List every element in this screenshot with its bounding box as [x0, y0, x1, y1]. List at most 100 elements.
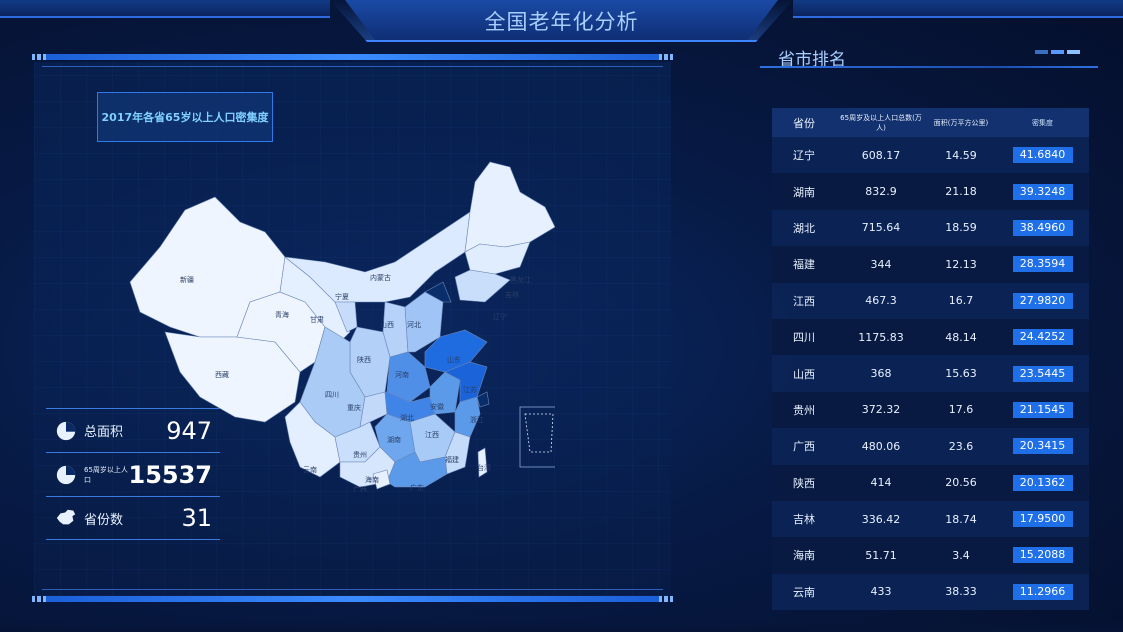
- cell-density: 39.3248: [996, 183, 1089, 200]
- cell-density: 21.1545: [996, 401, 1089, 418]
- cell-density: 17.9500: [996, 511, 1089, 528]
- map-label: 黑龙江: [510, 275, 531, 284]
- ranking-table: 省份 65周岁及以上人口总数(万人) 面积(万平方公里) 密集度 辽宁 608.1…: [772, 108, 1089, 611]
- cell-population: 1175.83: [858, 330, 904, 344]
- cell-population: 467.3: [865, 294, 897, 308]
- map-label: 湖北: [400, 413, 414, 422]
- stat-label: 65周岁以上人口: [84, 465, 128, 484]
- stat-total-area: 总面积 947: [46, 408, 220, 452]
- stat-value: 15537: [128, 460, 213, 489]
- table-row[interactable]: 江西 467.3 16.7 27.9820: [772, 282, 1089, 319]
- panel-corner-dots: [659, 54, 673, 60]
- cell-province: 福建: [793, 258, 815, 272]
- cell-density: 24.4252: [996, 329, 1089, 346]
- density-badge: 28.3594: [1012, 256, 1073, 273]
- density-badge: 39.3248: [1012, 183, 1073, 200]
- pie-chart-icon: [56, 421, 76, 440]
- pie-chart-icon: [56, 465, 76, 484]
- cell-population: 715.64: [861, 221, 901, 235]
- map-label: 广西: [353, 485, 367, 492]
- table-row[interactable]: 福建 344 12.13 28.3594: [772, 246, 1089, 283]
- map-label: 辽宁: [493, 312, 507, 321]
- table-row[interactable]: 吉林 336.42 18.74 17.9500: [772, 500, 1089, 538]
- panel-top-line: [42, 66, 663, 67]
- cell-density: 20.3415: [996, 438, 1089, 455]
- map-label: 台湾: [477, 463, 491, 472]
- map-label: 云南: [303, 465, 317, 474]
- map-label: 四川: [325, 391, 339, 399]
- table-header: 省份 65周岁及以上人口总数(万人) 面积(万平方公里) 密集度: [772, 108, 1089, 137]
- header-province[interactable]: 省份: [772, 115, 836, 131]
- header-population[interactable]: 65周岁及以上人口总数(万人): [836, 113, 926, 133]
- ranking-underline: [760, 66, 1098, 68]
- table-row[interactable]: 山西 368 15.63 23.5445: [772, 355, 1089, 392]
- cell-area: 23.6: [948, 439, 974, 453]
- map-label: 浙江: [470, 415, 484, 424]
- cell-province: 辽宁: [793, 149, 815, 163]
- region-shanghai: [476, 391, 490, 408]
- density-badge: 17.9500: [1012, 511, 1073, 528]
- table-row[interactable]: 云南 433 38.33 11.2966: [772, 573, 1089, 611]
- region-liaoning: [454, 269, 511, 303]
- region-jilin: [464, 241, 531, 275]
- page-bottom-fade: [0, 620, 1123, 632]
- panel-bottom-line: [42, 589, 663, 590]
- cell-province: 吉林: [793, 513, 815, 527]
- table-row[interactable]: 四川 1175.83 48.14 24.4252: [772, 318, 1089, 356]
- header-area[interactable]: 面积(万平方公里): [926, 118, 996, 128]
- density-badge: 20.1362: [1012, 474, 1073, 491]
- table-row[interactable]: 湖南 832.9 21.18 39.3248: [772, 173, 1089, 210]
- cell-population: 344: [870, 257, 892, 271]
- header-density[interactable]: 密集度: [996, 118, 1089, 128]
- panel-corner-dots: [659, 596, 673, 602]
- stats-panel: 总面积 947 65周岁以上人口 15537 省份数 31: [46, 408, 220, 540]
- map-label: 山西: [380, 320, 394, 329]
- map-label: 海南: [365, 475, 379, 484]
- table-row[interactable]: 海南 51.71 3.4 15.2088: [772, 537, 1089, 574]
- table-row[interactable]: 广西 480.06 23.6 20.3415: [772, 428, 1089, 465]
- stat-province-count: 省份数 31: [46, 496, 220, 540]
- cell-density: 28.3594: [996, 256, 1089, 273]
- stat-label: 省份数: [84, 512, 124, 528]
- south-china-sea-inset: [519, 406, 555, 468]
- stat-value: 31: [181, 504, 212, 532]
- map-label: 河南: [395, 370, 409, 379]
- density-badge: 15.2088: [1012, 547, 1073, 564]
- map-label: 内蒙古: [370, 273, 391, 282]
- table-row[interactable]: 贵州 372.32 17.6 21.1545: [772, 391, 1089, 429]
- cell-population: 336.42: [861, 512, 901, 526]
- page-title: 全国老年化分析: [484, 10, 639, 34]
- region-heilongjiang: [464, 161, 555, 253]
- cell-density: 11.2966: [996, 583, 1089, 600]
- cell-province: 湖南: [793, 185, 815, 199]
- table-row[interactable]: 湖北 715.64 18.59 38.4960: [772, 209, 1089, 247]
- cell-area: 21.18: [945, 185, 977, 199]
- cell-province: 广西: [793, 440, 815, 454]
- map-label: 福建: [445, 455, 459, 464]
- stat-label: 总面积: [84, 425, 124, 440]
- density-badge: 27.9820: [1012, 292, 1073, 309]
- cell-population: 51.71: [865, 548, 897, 562]
- panel-corner-dots: [32, 54, 46, 60]
- density-badge: 21.1545: [1012, 401, 1073, 418]
- cell-province: 江西: [793, 294, 815, 308]
- map-label: 新疆: [180, 275, 194, 284]
- cell-density: 41.6840: [996, 147, 1089, 164]
- density-badge: 20.3415: [1012, 438, 1073, 455]
- map-label: 宁夏: [335, 292, 349, 301]
- inset-islands: [524, 413, 554, 453]
- table-row[interactable]: 辽宁 608.17 14.59 41.6840: [772, 137, 1089, 174]
- cell-area: 15.63: [945, 367, 977, 381]
- map-panel: 2017年各省65岁以上人口密集度 新疆 西藏 青海 甘肃 内蒙古 宁夏 陕西 …: [30, 52, 675, 604]
- map-label: 陕西: [357, 355, 371, 364]
- panel-bottom-border: [46, 596, 659, 602]
- cell-population: 433: [870, 585, 892, 599]
- cell-province: 海南: [793, 549, 815, 563]
- cell-population: 414: [870, 476, 892, 490]
- cell-area: 3.4: [952, 548, 970, 562]
- stat-elderly-population: 65周岁以上人口 15537: [46, 452, 220, 496]
- map-label: 广东: [410, 483, 424, 492]
- map-label: 安徽: [430, 402, 444, 411]
- density-badge: 24.4252: [1012, 329, 1073, 346]
- table-row[interactable]: 陕西 414 20.56 20.1362: [772, 464, 1089, 501]
